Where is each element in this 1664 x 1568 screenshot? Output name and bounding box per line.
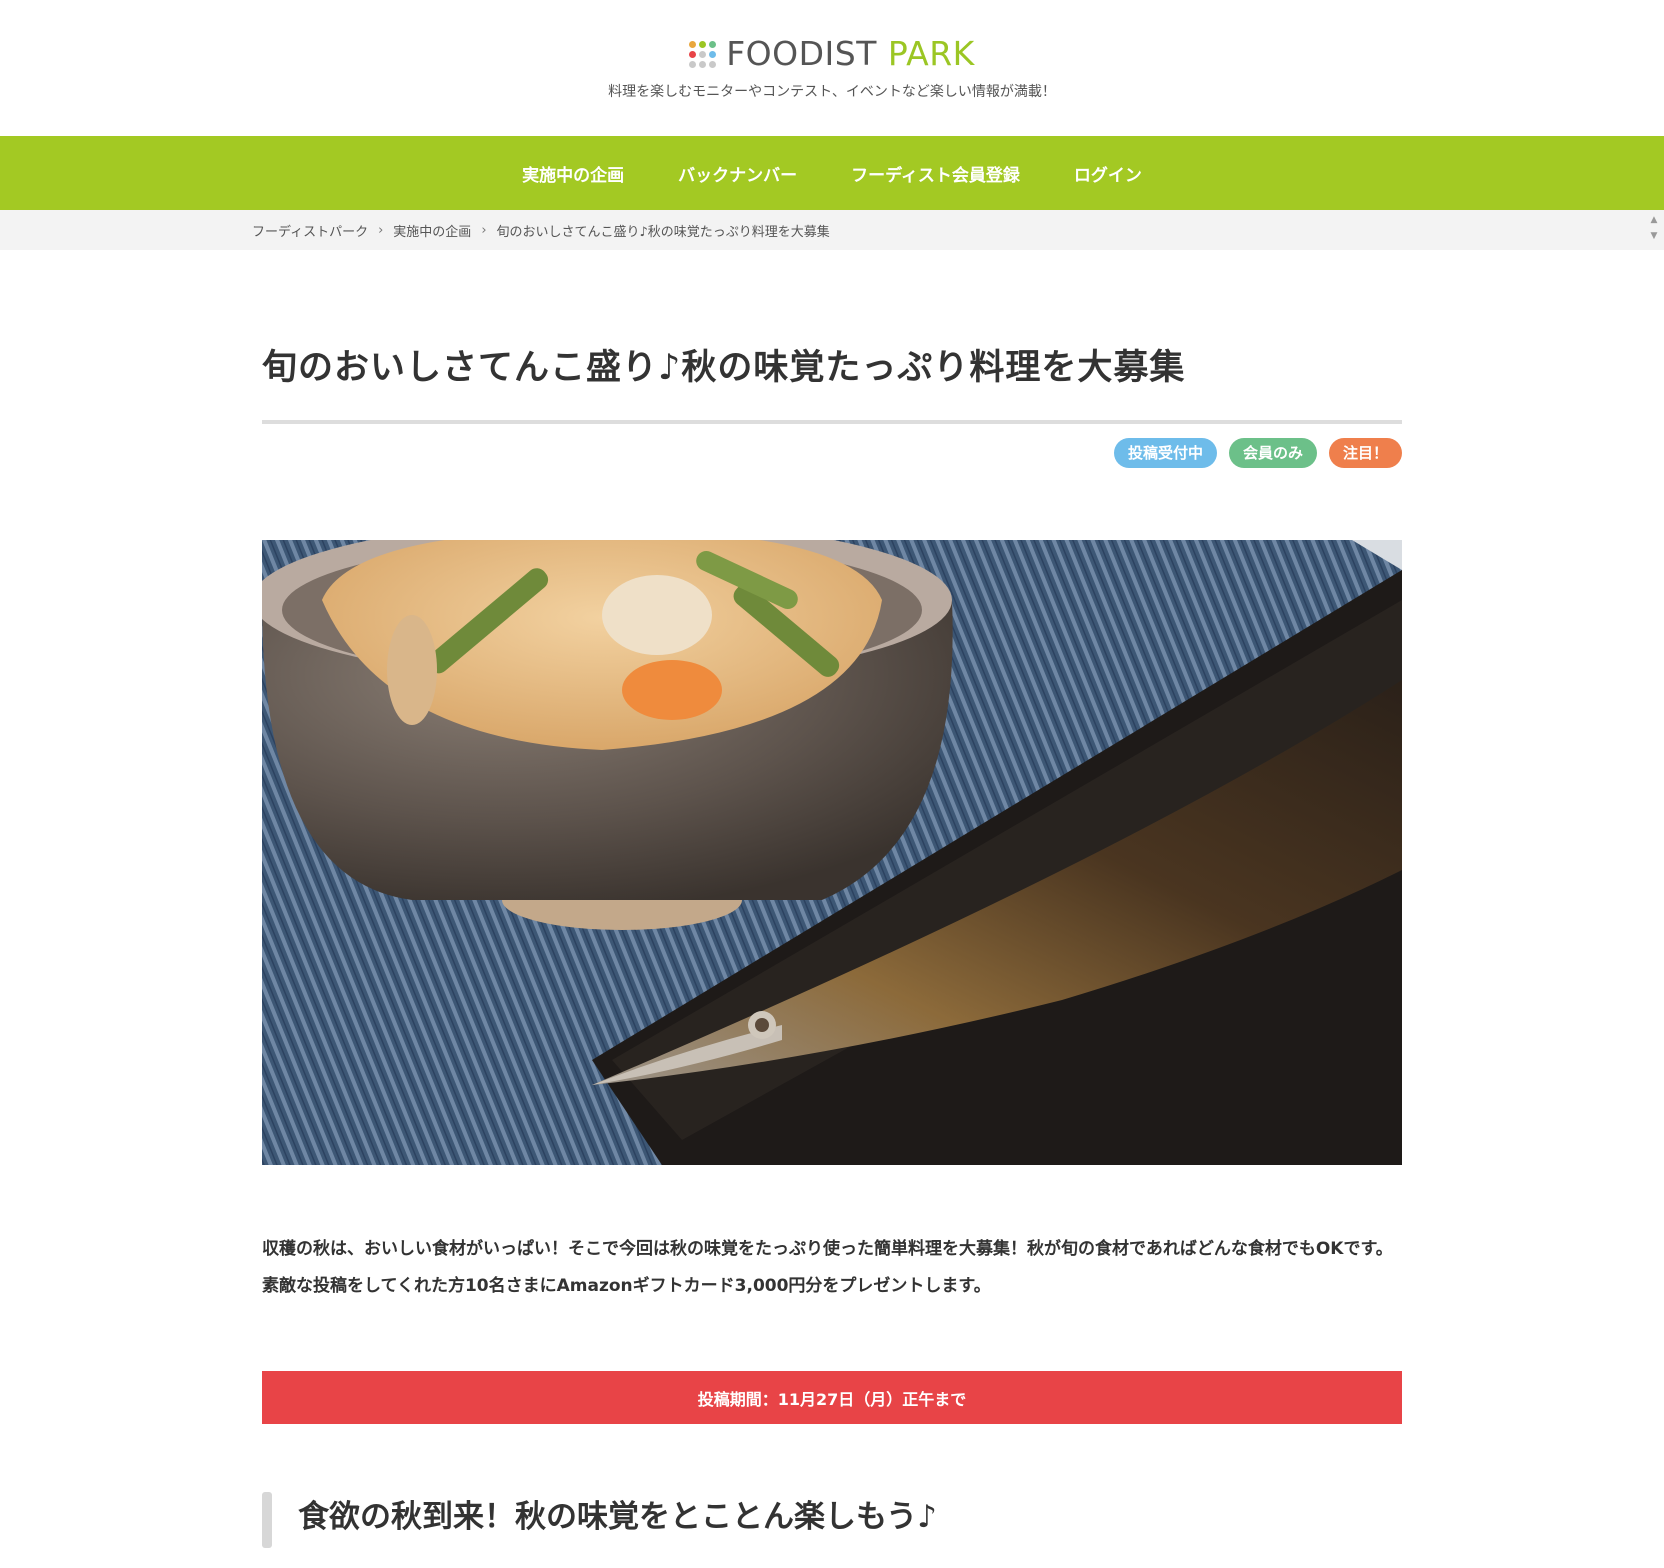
logo-dot: [689, 50, 697, 58]
nav-item-member-register[interactable]: フーディスト会員登録: [824, 161, 1047, 186]
nav-item-login[interactable]: ログイン: [1047, 161, 1169, 186]
breadcrumb-bar: フーディストパーク › 実施中の企画 › 旬のおいしさてんこ盛り♪秋の味覚たっぷ…: [0, 210, 1664, 250]
global-nav: 実施中の企画 バックナンバー フーディスト会員登録 ログイン: [0, 136, 1664, 210]
scroll-up-icon[interactable]: ▲: [1651, 212, 1658, 228]
nav-item-current-campaigns[interactable]: 実施中の企画: [495, 161, 651, 186]
logo-dots-icon: [689, 40, 717, 68]
status-badges: 投稿受付中 会員のみ 注目！: [262, 438, 1402, 468]
breadcrumb-separator: ›: [378, 222, 384, 238]
logo-dot: [709, 50, 717, 58]
breadcrumb-current: 旬のおいしさてんこ盛り♪秋の味覚たっぷり料理を大募集: [496, 224, 830, 240]
page-title: 旬のおいしさてんこ盛り♪秋の味覚たっぷり料理を大募集: [262, 344, 1402, 424]
breadcrumb-campaigns-link[interactable]: 実施中の企画: [393, 221, 471, 240]
logo-word-park: PARK: [876, 34, 975, 73]
logo-dot: [689, 40, 697, 48]
breadcrumb: フーディストパーク › 実施中の企画 › 旬のおいしさてんこ盛り♪秋の味覚たっぷ…: [252, 210, 830, 250]
main-content: 旬のおいしさてんこ盛り♪秋の味覚たっぷり料理を大募集 投稿受付中 会員のみ 注目…: [262, 250, 1402, 1568]
logo-text: FOODIST PARK: [726, 30, 975, 78]
site-logo[interactable]: FOODIST PARK: [0, 30, 1664, 78]
logo-dot: [709, 40, 717, 48]
hero-image: [262, 540, 1402, 1165]
breadcrumb-home-link[interactable]: フーディストパーク: [252, 221, 368, 240]
logo-dot: [689, 60, 697, 68]
intro-text: 収穫の秋は、おいしい食材がいっぱい！そこで今回は秋の味覚をたっぷり使った簡単料理…: [262, 1239, 1393, 1296]
breadcrumb-separator: ›: [481, 222, 487, 238]
logo-dot: [699, 40, 707, 48]
badge-members-only: 会員のみ: [1228, 438, 1317, 468]
nav-item-back-numbers[interactable]: バックナンバー: [651, 161, 824, 186]
scroll-down-icon[interactable]: ▼: [1651, 228, 1658, 244]
badge-featured: 注目！: [1328, 438, 1402, 468]
site-header: FOODIST PARK 料理を楽しむモニターやコンテスト、イベントなど楽しい情…: [0, 0, 1664, 136]
submission-period-banner: 投稿期間：11月27日（月）正午まで: [262, 1371, 1402, 1424]
badge-accepting-posts: 投稿受付中: [1113, 438, 1217, 468]
logo-dot: [709, 60, 717, 68]
logo-word-foodist: FOODIST: [726, 34, 877, 73]
site-tagline: 料理を楽しむモニターやコンテスト、イベントなど楽しい情報が満載！: [608, 84, 1056, 100]
scrollbar[interactable]: ▲ ▼: [1648, 212, 1660, 244]
logo-dot: [699, 60, 707, 68]
section-heading-text: 食欲の秋到来！秋の味覚をとことん楽しもう♪: [298, 1499, 937, 1535]
logo-dot: [699, 50, 707, 58]
heading-accent-bar: [262, 1492, 272, 1548]
section-heading: 食欲の秋到来！秋の味覚をとことん楽しもう♪: [262, 1492, 1402, 1548]
